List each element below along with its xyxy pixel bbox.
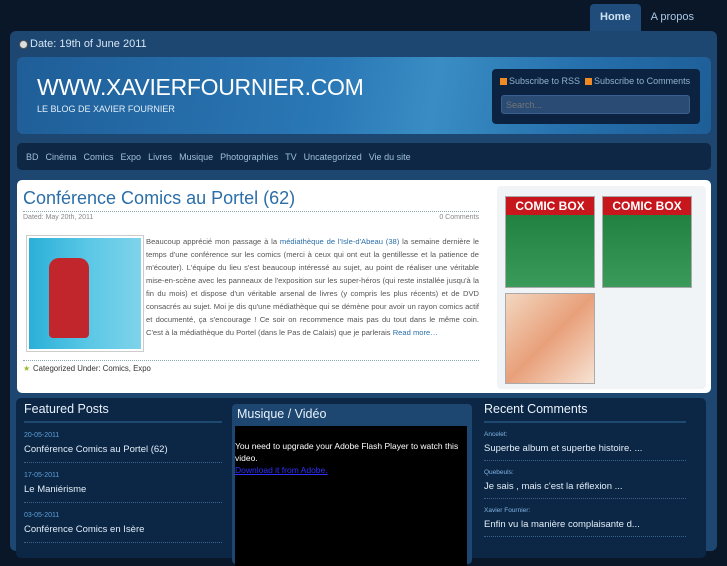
flash-message: You need to upgrade your Adobe Flash Pla… [235,441,459,463]
star-icon: ★ [23,364,30,373]
comment-link[interactable]: Je sais , mais c'est la réflexion ... [484,481,686,499]
subscribe-comments-label: Subscribe to Comments [594,76,691,86]
divider [23,211,479,212]
sidebar-images: COMIC BOX COMIC BOX [497,186,706,389]
featured-date: 17-05-2011 [24,472,60,479]
comment-link[interactable]: Enfin vu la manière complaisante d... [484,519,686,537]
subscribe-rss-link[interactable]: Subscribe to RSS [500,76,580,86]
recent-comments-title: Recent Comments [484,398,686,423]
mediatheque-link[interactable]: médiathèque de l'Isle-d'Abeau (38) [280,237,399,246]
clock-icon [19,39,28,49]
superhero-image [49,258,89,338]
rss-icon [500,78,507,86]
category-livres[interactable]: Livres [148,152,172,162]
rss-icon [585,78,593,86]
date-text: Date: 19th of June 2011 [30,38,147,50]
post-excerpt: Beaucoup apprécié mon passage à la média… [146,235,479,339]
category-comics[interactable]: Comics [84,152,114,162]
categorized-text: Categorized Under: Comics, Expo [33,364,151,373]
excerpt-text: Beaucoup apprécié mon passage à la [146,237,280,246]
site-subtitle: LE BLOG DE XAVIER FOURNIER [37,104,175,114]
post-categories: ★ Categorized Under: Comics, Expo [23,364,151,373]
video-title: Musique / Vidéo [237,407,327,421]
category-photographies[interactable]: Photographies [220,152,278,162]
subscribe-comments-link[interactable]: Subscribe to Comments [585,76,690,86]
cover-title: COMIC BOX [603,197,691,215]
category-expo[interactable]: Expo [121,152,142,162]
featured-date: 20-05-2011 [24,432,60,439]
bottom-widgets: Featured Posts 20-05-2011 Conférence Com… [16,398,706,566]
category-uncategorized[interactable]: Uncategorized [304,152,362,162]
post-meta: Dated: May 20th, 2011 0 Comments [23,214,479,221]
post-date: Dated: May 20th, 2011 [23,214,94,221]
comment-author: Xavier Fournier: [484,507,531,514]
video-widget: Musique / Vidéo You need to upgrade your… [232,404,472,566]
search-input[interactable] [501,95,690,114]
cover-title: COMIC BOX [506,197,594,215]
category-tv[interactable]: TV [285,152,297,162]
featured-date: 03-05-2011 [24,512,60,519]
tab-a-propos[interactable]: A propos [641,4,704,31]
post-comments-link[interactable]: 0 Comments [439,214,479,221]
download-flash-link[interactable]: Download it from Adobe. [235,465,328,475]
comic-box-cover[interactable]: COMIC BOX [602,196,692,288]
manga-image[interactable] [505,293,595,384]
excerpt-text: la semaine dernière le temps d'une confé… [146,237,479,337]
featured-title: Featured Posts [24,398,222,423]
read-more-link[interactable]: Read more… [393,328,438,337]
featured-post-link[interactable]: Conférence Comics en Isère [24,524,222,543]
content-area: Conférence Comics au Portel (62) Dated: … [17,180,711,393]
subscribe-rss-label: Subscribe to RSS [509,76,581,86]
subscribe-box: Subscribe to RSS Subscribe to Comments [492,69,700,124]
category-vie-du-site[interactable]: Vie du site [369,152,411,162]
featured-post-link[interactable]: Le Maniérisme [24,484,222,503]
post-thumbnail[interactable] [26,235,144,352]
top-nav: Home A propos [590,4,704,31]
tab-home[interactable]: Home [590,4,641,31]
date-line: Date: 19th of June 2011 [19,38,147,50]
header-banner: WWW.XAVIERFOURNIER.COM LE BLOG DE XAVIER… [17,57,711,134]
page-wrapper: Date: 19th of June 2011 WWW.XAVIERFOURNI… [10,31,717,566]
video-player[interactable]: You need to upgrade your Adobe Flash Pla… [235,426,467,566]
category-nav: BD Cinéma Comics Expo Livres Musique Pho… [17,143,711,170]
comment-author: Ancelet: [484,431,508,438]
featured-post-link[interactable]: Conférence Comics au Portel (62) [24,444,222,463]
post-title[interactable]: Conférence Comics au Portel (62) [23,188,295,209]
category-cinema[interactable]: Cinéma [46,152,77,162]
comment-link[interactable]: Superbe album et superbe histoire. ... [484,443,686,461]
recent-comments: Recent Comments Ancelet: Superbe album e… [484,398,686,537]
featured-posts: Featured Posts 20-05-2011 Conférence Com… [24,398,222,543]
site-title[interactable]: WWW.XAVIERFOURNIER.COM [37,74,364,101]
divider [23,360,479,361]
category-bd[interactable]: BD [26,152,39,162]
comment-author: Quebeuls: [484,469,514,476]
category-musique[interactable]: Musique [179,152,213,162]
comic-box-cover[interactable]: COMIC BOX [505,196,595,288]
